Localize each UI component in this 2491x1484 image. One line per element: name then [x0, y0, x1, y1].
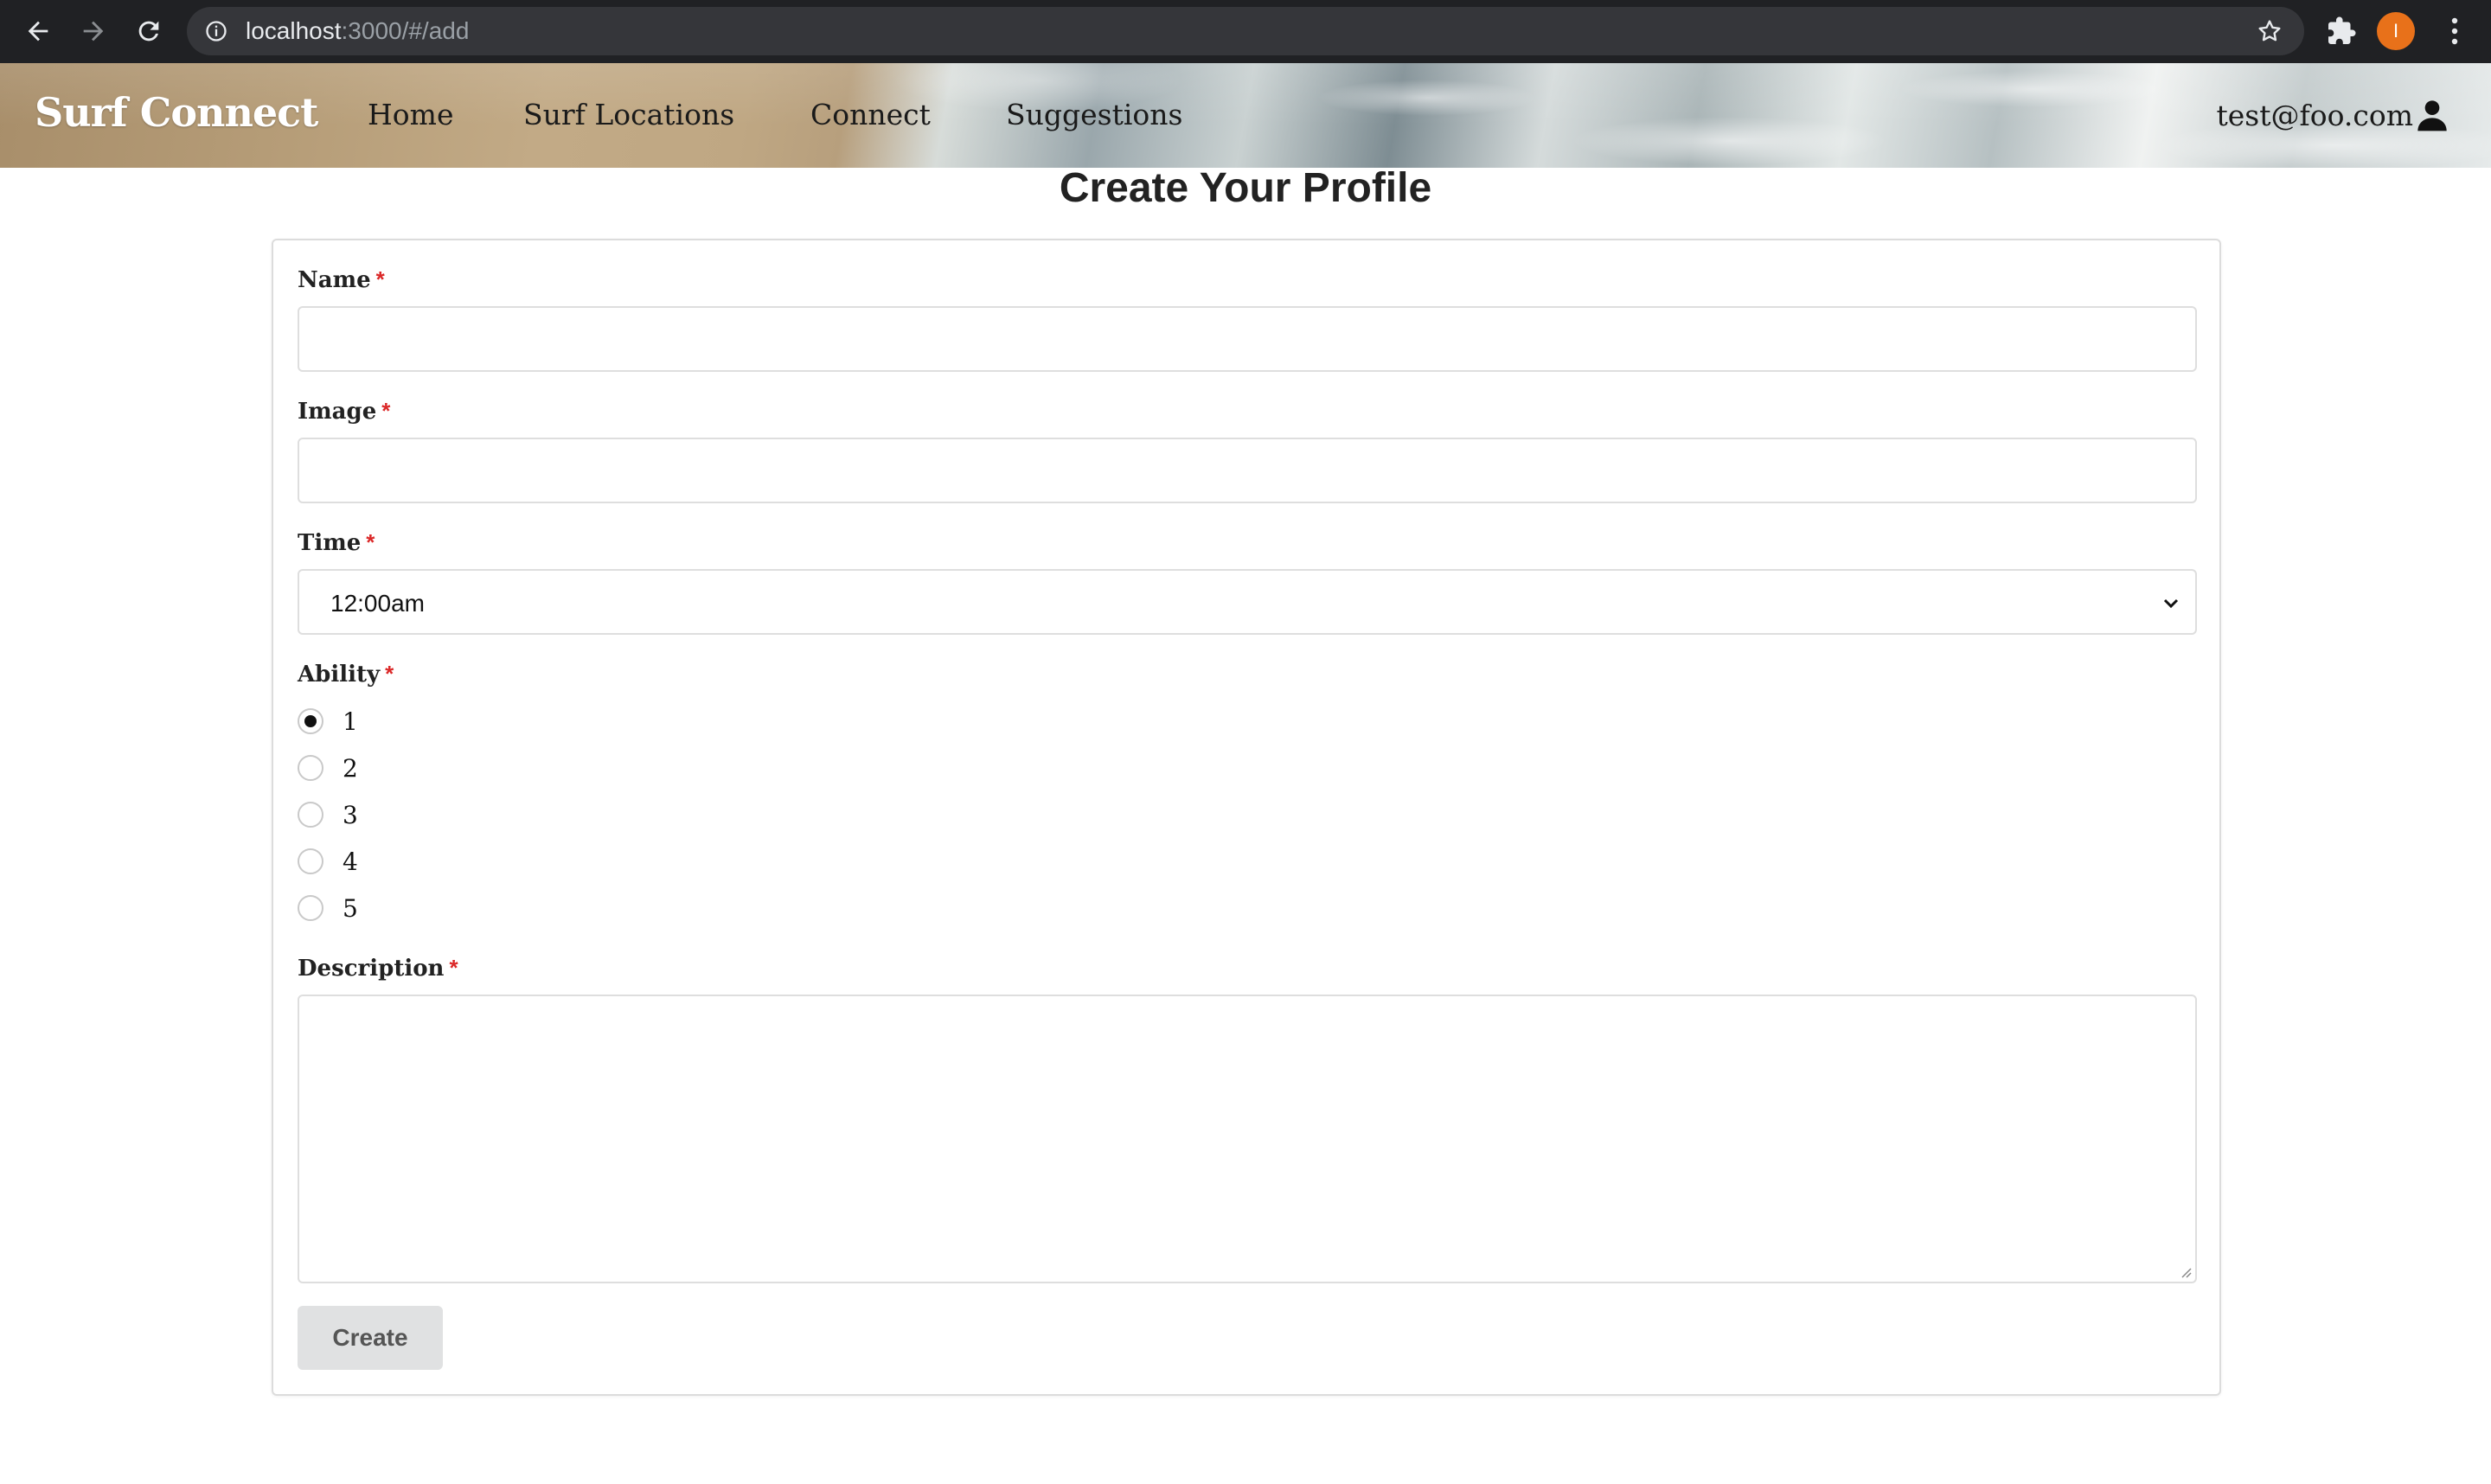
- puzzle-icon[interactable]: [2326, 16, 2357, 47]
- ability-option-2[interactable]: 2: [298, 751, 358, 785]
- forward-button[interactable]: [74, 12, 112, 50]
- ability-option-5[interactable]: 5: [298, 891, 358, 925]
- radio-label: 5: [343, 893, 358, 923]
- create-button[interactable]: Create: [298, 1306, 443, 1370]
- url-text: localhost:3000/#/add: [246, 17, 470, 44]
- back-arrow-icon: [28, 21, 48, 42]
- info-icon[interactable]: [204, 19, 228, 43]
- profile-form: Name * Image * Time * 12:00am Ability * 1 2 …: [272, 239, 2221, 1396]
- nav-surf-locations[interactable]: Surf Locations: [523, 98, 734, 131]
- radio-label: 1: [343, 707, 358, 736]
- nav-connect[interactable]: Connect: [810, 98, 931, 131]
- bookmark-star-icon[interactable]: [2256, 17, 2283, 45]
- radio-button[interactable]: [298, 802, 323, 828]
- kebab-menu-icon[interactable]: [2441, 14, 2469, 48]
- description-textarea[interactable]: [298, 995, 2197, 1283]
- user-icon: [2417, 100, 2447, 131]
- user-menu[interactable]: test@foo.com: [2217, 98, 2450, 132]
- reload-icon: [138, 21, 159, 42]
- radio-label: 4: [343, 847, 358, 876]
- profile-avatar[interactable]: I: [2377, 12, 2415, 50]
- ability-option-1[interactable]: 1: [298, 704, 358, 739]
- radio-button[interactable]: [298, 848, 323, 874]
- radio-button[interactable]: [298, 708, 323, 734]
- time-selected-value: 12:00am: [330, 590, 425, 617]
- nav-home[interactable]: Home: [368, 98, 453, 131]
- radio-label: 2: [343, 753, 358, 783]
- address-bar[interactable]: localhost:3000/#/add: [187, 7, 2304, 55]
- radio-button[interactable]: [298, 755, 323, 781]
- time-select[interactable]: 12:00am: [298, 569, 2197, 635]
- user-email: test@foo.com: [2216, 98, 2414, 132]
- image-input[interactable]: [298, 438, 2197, 503]
- forward-arrow-icon: [83, 21, 104, 42]
- ability-label: Ability *: [298, 661, 394, 688]
- name-input[interactable]: [298, 306, 2197, 372]
- page-title: Create Your Profile: [1059, 165, 1432, 211]
- required-mark: *: [449, 955, 458, 981]
- required-mark: *: [381, 398, 391, 424]
- reload-button[interactable]: [130, 12, 168, 50]
- brand-logo[interactable]: Surf Connect: [35, 89, 318, 136]
- ability-option-4[interactable]: 4: [298, 844, 358, 879]
- ability-option-3[interactable]: 3: [298, 797, 358, 832]
- image-label: Image *: [298, 398, 391, 425]
- browser-toolbar: localhost:3000/#/add I: [0, 0, 2491, 63]
- resize-handle-icon[interactable]: [2178, 1264, 2192, 1278]
- chevron-down-icon: [2163, 598, 2179, 609]
- required-mark: *: [385, 661, 394, 687]
- site-navbar: Surf Connect Home Surf Locations Connect…: [0, 63, 2491, 168]
- time-label: Time *: [298, 529, 375, 556]
- required-mark: *: [375, 266, 385, 292]
- description-label: Description *: [298, 955, 458, 982]
- profile-initial: I: [2392, 20, 2399, 42]
- required-mark: *: [366, 529, 375, 555]
- radio-label: 3: [343, 800, 358, 829]
- name-label: Name *: [298, 266, 385, 293]
- radio-button[interactable]: [298, 895, 323, 921]
- nav-suggestions[interactable]: Suggestions: [1006, 98, 1182, 131]
- back-button[interactable]: [19, 12, 57, 50]
